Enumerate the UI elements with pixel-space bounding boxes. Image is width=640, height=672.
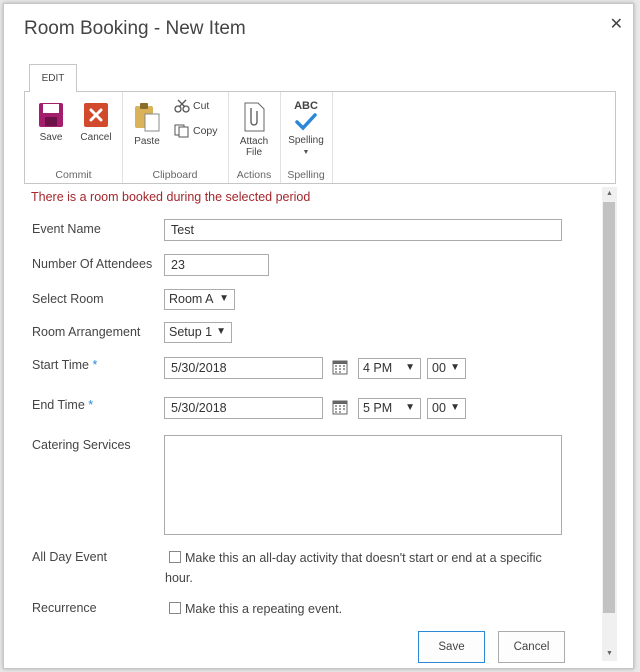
- copy-label: Copy: [193, 125, 218, 137]
- copy-button[interactable]: Copy: [174, 124, 218, 138]
- arrangement-select[interactable]: Setup 1 ▼: [164, 322, 232, 343]
- end-date-input[interactable]: 5/30/2018: [164, 397, 323, 419]
- spelling-label: Spelling: [288, 135, 324, 146]
- end-time-label: End Time *: [32, 398, 93, 412]
- dropdown-arrow-icon: ▼: [219, 293, 229, 304]
- paste-icon: [135, 103, 160, 132]
- checkmark-icon: [295, 113, 317, 131]
- event-name-input[interactable]: Test: [164, 219, 562, 241]
- catering-label: Catering Services: [32, 438, 131, 452]
- start-minute-value: 00: [432, 361, 446, 375]
- paste-label: Paste: [134, 136, 160, 147]
- end-hour-select[interactable]: 5 PM ▼: [358, 398, 421, 419]
- room-arrangement-label: Room Arrangement: [32, 325, 141, 339]
- actions-group: Attach File Actions: [228, 92, 281, 183]
- new-item-dialog: Room Booking - New Item ✕ EDIT Save Canc…: [3, 3, 634, 669]
- abc-label: ABC: [294, 100, 318, 112]
- required-marker: *: [92, 358, 98, 372]
- cancel-icon: [84, 103, 108, 127]
- actions-group-label: Actions: [236, 169, 272, 181]
- required-marker: *: [88, 398, 94, 412]
- arrangement-select-value: Setup 1: [169, 325, 213, 339]
- end-minute-value: 00: [432, 401, 446, 415]
- all-day-text-line1: Make this an all-day activity that doesn…: [185, 551, 542, 565]
- ribbon-save-button[interactable]: Save: [32, 102, 70, 143]
- event-name-label: Event Name: [32, 222, 101, 236]
- recurrence-checkbox[interactable]: [169, 602, 181, 614]
- cancel-button[interactable]: Cancel: [498, 631, 565, 663]
- attach-label-line1: Attach: [239, 136, 269, 147]
- commit-group: Save Cancel Commit: [25, 92, 123, 183]
- end-hour-value: 5 PM: [363, 401, 393, 415]
- copy-icon: [174, 124, 189, 138]
- spelling-button[interactable]: ABC Spelling ▼: [284, 101, 328, 158]
- start-date-input[interactable]: 5/30/2018: [164, 357, 323, 379]
- spelling-group: ABC Spelling ▼ Spelling: [280, 92, 333, 183]
- form-scrollbar[interactable]: ▲ ▼: [602, 187, 617, 661]
- scroll-up-icon[interactable]: ▲: [602, 187, 617, 201]
- select-room-label: Select Room: [32, 292, 104, 306]
- cut-button[interactable]: Cut: [174, 99, 209, 113]
- clipboard-group: Paste Cut Copy Clipboard: [122, 92, 229, 183]
- spelling-group-label: Spelling: [287, 169, 325, 181]
- scissors-icon: [174, 99, 190, 113]
- form-area: There is a room booked during the select…: [24, 187, 602, 670]
- start-hour-select[interactable]: 4 PM ▼: [358, 358, 421, 379]
- attach-label-line2: File: [245, 147, 263, 158]
- dialog-title: Room Booking - New Item: [24, 18, 246, 39]
- chevron-down-icon: ▼: [302, 149, 310, 156]
- commit-group-label: Commit: [55, 169, 92, 181]
- all-day-label: All Day Event: [32, 550, 108, 564]
- end-minute-select[interactable]: 00 ▼: [427, 398, 466, 419]
- all-day-checkbox[interactable]: [169, 551, 181, 563]
- paperclip-icon: [244, 102, 265, 132]
- error-message: There is a room booked during the select…: [31, 190, 311, 204]
- save-button[interactable]: Save: [418, 631, 485, 663]
- room-select[interactable]: Room A ▼: [164, 289, 235, 310]
- cut-label: Cut: [193, 100, 210, 112]
- recurrence-text: Make this a repeating event.: [185, 602, 343, 616]
- start-time-label: Start Time *: [32, 358, 97, 372]
- scroll-down-icon[interactable]: ▼: [602, 647, 617, 661]
- calendar-icon[interactable]: [332, 359, 348, 375]
- scroll-thumb[interactable]: [603, 202, 615, 613]
- dropdown-arrow-icon: ▼: [405, 402, 415, 413]
- dropdown-arrow-icon: ▼: [405, 362, 415, 373]
- ribbon-save-label: Save: [39, 132, 63, 143]
- start-minute-select[interactable]: 00 ▼: [427, 358, 466, 379]
- ribbon-cancel-label: Cancel: [80, 132, 112, 143]
- attach-file-button[interactable]: Attach File: [234, 102, 274, 158]
- dropdown-arrow-icon: ▼: [450, 362, 460, 373]
- dropdown-arrow-icon: ▼: [450, 402, 460, 413]
- all-day-text-line2: hour.: [165, 571, 193, 585]
- attendees-label: Number Of Attendees: [32, 257, 153, 271]
- room-select-value: Room A: [169, 292, 214, 306]
- dropdown-arrow-icon: ▼: [216, 326, 226, 337]
- calendar-icon[interactable]: [332, 399, 348, 415]
- start-hour-value: 4 PM: [363, 361, 393, 375]
- attendees-input[interactable]: 23: [164, 254, 269, 276]
- save-icon: [39, 103, 63, 127]
- recurrence-label: Recurrence: [32, 601, 97, 615]
- paste-button[interactable]: Paste: [130, 102, 164, 147]
- ribbon: Save Cancel Commit Paste Cut Copy Clipbo…: [24, 91, 616, 184]
- close-icon[interactable]: ✕: [610, 14, 623, 34]
- tab-edit[interactable]: EDIT: [29, 64, 77, 92]
- catering-textarea[interactable]: [164, 435, 562, 535]
- clipboard-group-label: Clipboard: [152, 169, 198, 181]
- start-time-label-text: Start Time: [32, 358, 89, 372]
- ribbon-cancel-button[interactable]: Cancel: [77, 102, 115, 143]
- end-time-label-text: End Time: [32, 398, 85, 412]
